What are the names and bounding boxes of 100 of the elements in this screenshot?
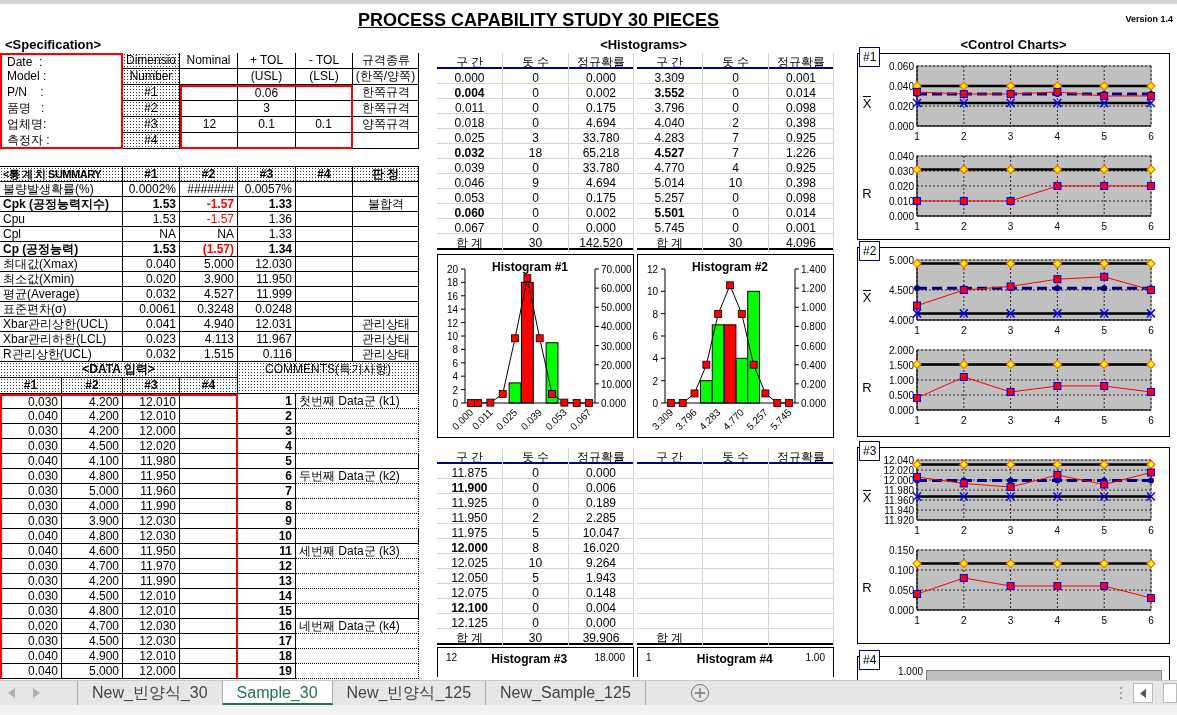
- table-cell: (LSL): [296, 69, 353, 85]
- table-cell: -1.57: [180, 212, 238, 227]
- table-cell: 12.000: [123, 424, 180, 439]
- curve-marker: [785, 399, 793, 407]
- table-cell: 0: [703, 219, 769, 237]
- chart-title: Histogram #2: [692, 260, 768, 274]
- limit-marker: [958, 164, 969, 175]
- column-header: #3: [123, 117, 180, 133]
- empty-cell: [296, 272, 353, 287]
- column-header: #4: [180, 378, 238, 394]
- empty-cell: [296, 197, 353, 212]
- limit-marker: [1005, 491, 1016, 502]
- table-cell: 4.527: [637, 144, 703, 162]
- axis-label: 4: [1054, 221, 1061, 232]
- axis-label: 0.020: [888, 181, 914, 192]
- row-number: 14: [238, 589, 296, 604]
- empty-cell: [180, 439, 238, 454]
- limit-marker: [912, 491, 922, 502]
- table-cell: 1.515: [180, 347, 238, 362]
- table-cell: 0.06: [238, 85, 296, 101]
- table-cell: 0.1: [238, 117, 296, 133]
- field-label: Model :: [0, 69, 123, 85]
- table-cell: 11.990: [123, 574, 180, 589]
- curve-marker: [535, 334, 544, 343]
- table-cell: 0.018: [437, 114, 503, 132]
- add-sheet-icon[interactable]: [689, 683, 710, 703]
- scroll-right-icon[interactable]: [33, 688, 40, 698]
- table-cell: 0.032: [123, 287, 180, 302]
- column-header: 구 간: [437, 448, 503, 466]
- axis-label: 2: [961, 325, 967, 336]
- table-cell: 11.960: [123, 484, 180, 499]
- axis-label: 5: [1101, 221, 1107, 232]
- column-header: <통 계 치 SUMMARY: [0, 167, 123, 182]
- scroll-left-icon[interactable]: [8, 688, 15, 698]
- point: [1147, 594, 1155, 602]
- table-cell: 0: [503, 494, 569, 512]
- field-label: 측정자 :: [0, 133, 123, 149]
- table-cell: #######: [180, 182, 238, 197]
- table-cell: 0.0057%: [238, 182, 296, 197]
- table-cell: 0.040: [0, 544, 62, 559]
- axis-label: 30.000: [601, 340, 632, 352]
- point: [1100, 582, 1109, 590]
- limit-marker: [1146, 459, 1156, 470]
- limit-marker: [1099, 359, 1110, 370]
- limit-marker: [1146, 164, 1156, 175]
- row-number: 2: [238, 409, 296, 424]
- chart-tag: #3: [859, 441, 881, 461]
- empty-cell: [296, 85, 353, 101]
- limit-marker: [1146, 308, 1156, 319]
- table-cell: 12.020: [123, 439, 180, 454]
- center-marker: [1007, 477, 1014, 484]
- center-marker: [1101, 285, 1108, 292]
- limit-marker: [1146, 359, 1156, 370]
- limit-marker: [912, 359, 922, 370]
- table-cell: NA: [123, 227, 180, 242]
- section-title: <DATA 입력>: [0, 362, 238, 378]
- table-cell: 12.025: [437, 554, 503, 572]
- table-cell: 0.925: [769, 129, 834, 147]
- point: [1053, 382, 1062, 390]
- limit-marker: [912, 558, 922, 569]
- limit-marker: [1052, 258, 1063, 269]
- column-header: Dimensio: [123, 53, 180, 69]
- table-cell: Nominal: [180, 53, 238, 69]
- point: [959, 574, 968, 582]
- table-cell: 0.0248: [238, 302, 296, 317]
- axis-title: R: [862, 380, 872, 394]
- axis-label: 20.000: [601, 359, 632, 371]
- axis-label: 4.500: [888, 285, 914, 296]
- limit-marker: [1146, 258, 1156, 269]
- axis-label: 2: [961, 221, 967, 232]
- scroll-left-button[interactable]: [1133, 683, 1153, 703]
- table-cell: 11.875: [437, 464, 503, 482]
- axis-label: 5: [1101, 325, 1107, 336]
- axis-label: 0.000: [888, 605, 914, 616]
- table-cell: + TOL: [238, 53, 296, 69]
- table-cell: 3.900: [62, 514, 123, 529]
- empty-cell: [180, 514, 238, 529]
- table-cell: 1.33: [238, 227, 296, 242]
- table-cell: 12.050: [437, 569, 503, 587]
- table-cell: 11.967: [238, 332, 296, 347]
- axis-label: 2: [961, 615, 967, 626]
- limit-marker: [1146, 98, 1156, 108]
- point: [959, 479, 968, 488]
- row-number: 3: [238, 424, 296, 439]
- version-label: Version 1.4: [1125, 13, 1173, 26]
- sheet-tab[interactable]: Sample_30: [222, 681, 333, 705]
- drag-handle-icon[interactable]: [1119, 686, 1123, 700]
- limit-marker: [912, 98, 922, 108]
- table-cell: 0.030: [0, 634, 62, 649]
- point: [1100, 480, 1109, 489]
- column-header: 구 간: [637, 448, 703, 466]
- table-cell: 2: [503, 509, 569, 527]
- empty-cell: [353, 272, 419, 287]
- scrollbar-track[interactable]: [1163, 683, 1177, 703]
- table-cell: 0.030: [0, 574, 62, 589]
- empty-cell: [180, 424, 238, 439]
- table-cell: 2: [703, 114, 769, 132]
- table-cell: 4.100: [62, 454, 123, 469]
- table-cell: 12.030: [238, 257, 296, 272]
- center-marker: [1148, 477, 1154, 484]
